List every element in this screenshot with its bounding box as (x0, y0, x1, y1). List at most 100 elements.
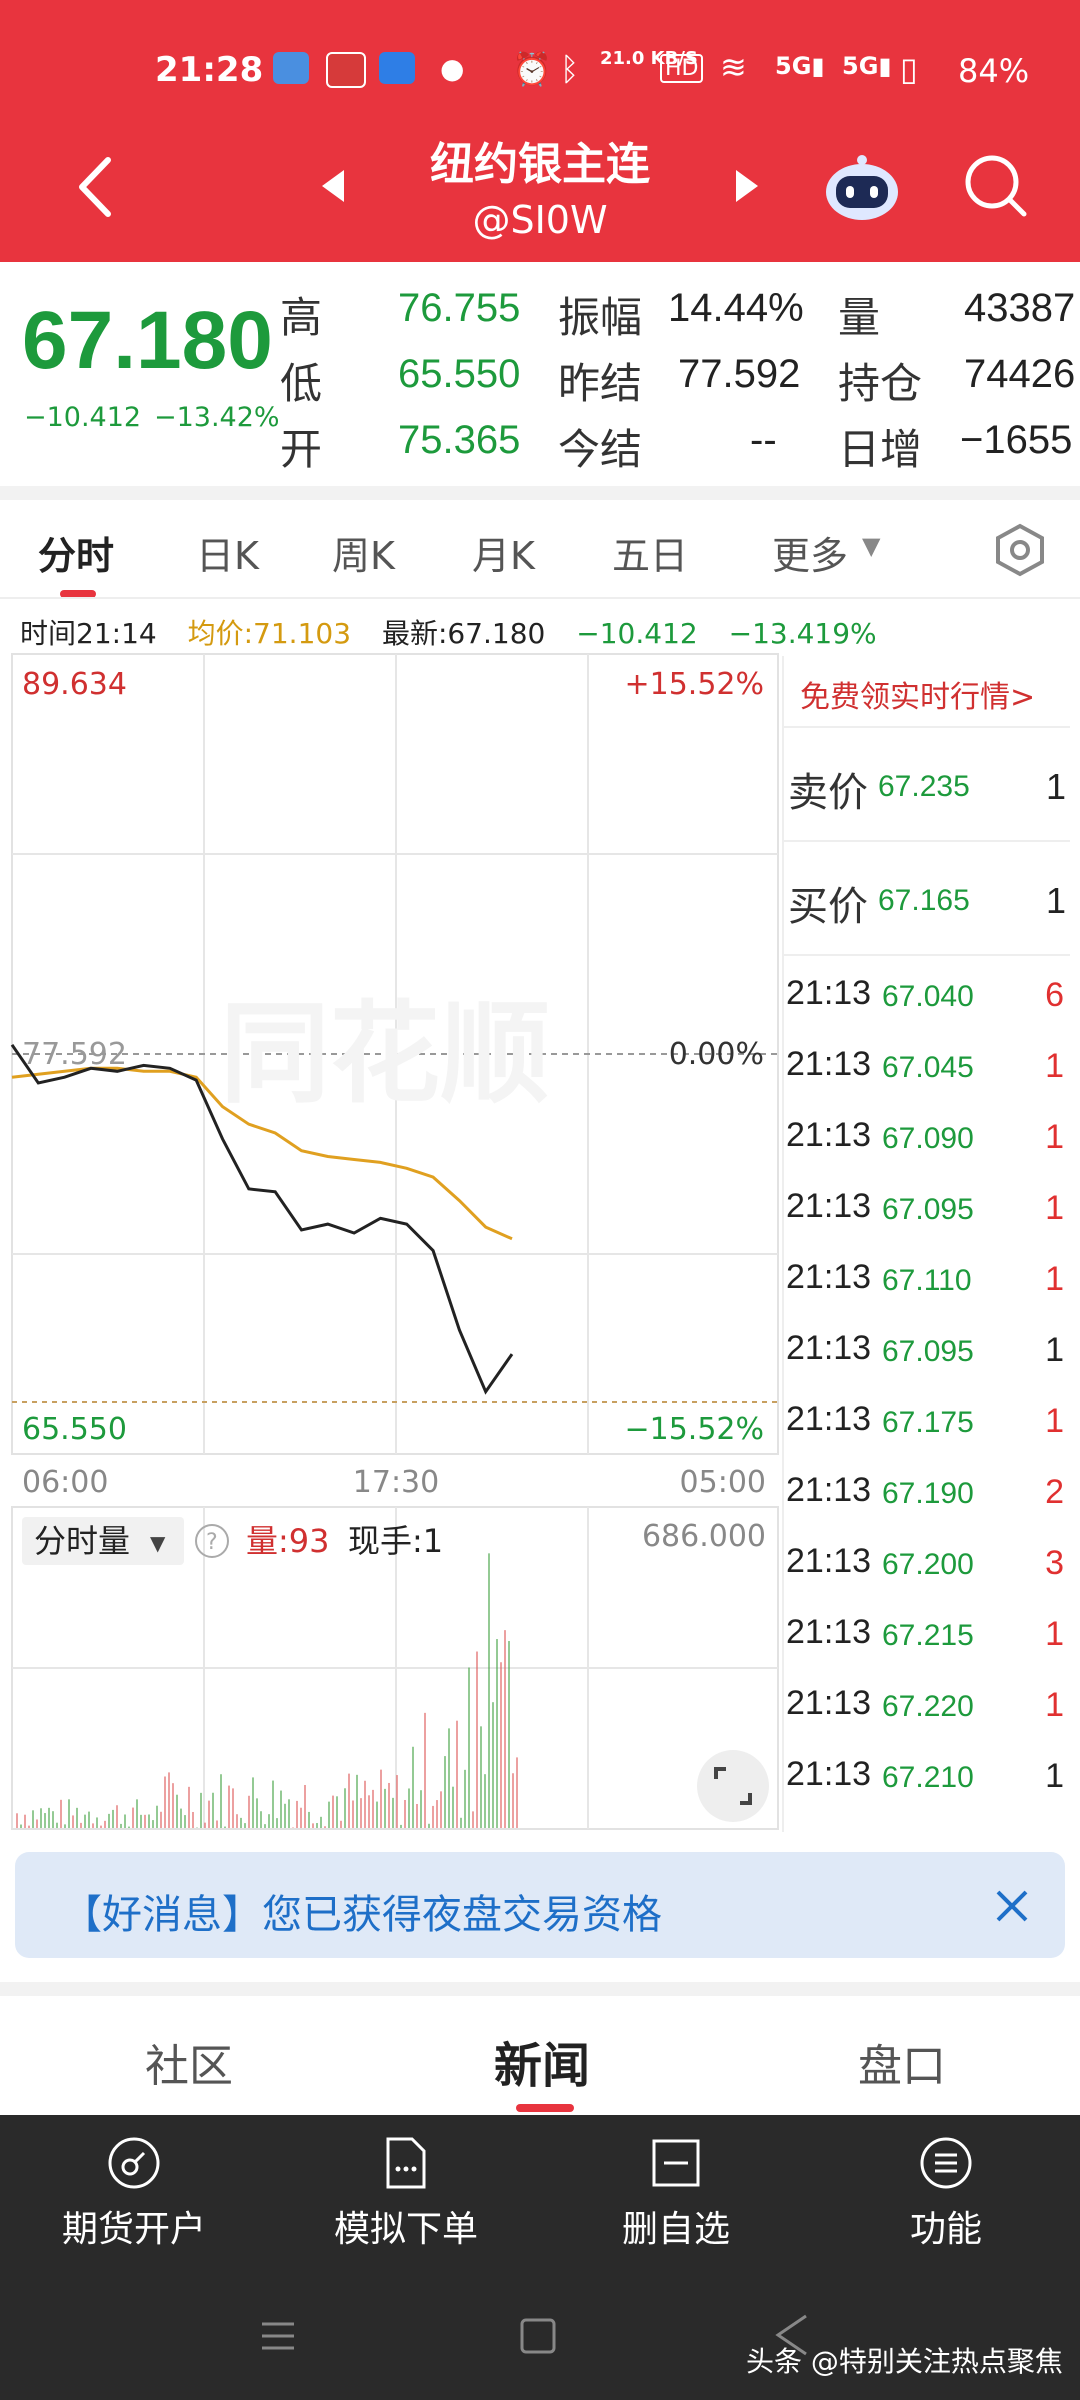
y-min-pct: −15.52% (624, 1412, 764, 1447)
volume-bar (36, 1819, 38, 1828)
volume-bar (88, 1811, 90, 1828)
volume-bar (48, 1807, 50, 1828)
open-account-button[interactable]: 期货开户 (34, 2200, 234, 2252)
x-tick-end: 05:00 (680, 1465, 766, 1500)
realtime-promo-link[interactable]: 免费领实时行情> (800, 672, 1035, 716)
trade-row: 21:13 67.095 1 (784, 1323, 1070, 1383)
trade-time: 21:13 (786, 1542, 872, 1580)
volume-bar (324, 1826, 326, 1828)
volume-bar (212, 1792, 214, 1828)
volume-bar (256, 1798, 258, 1828)
volume-bar (68, 1799, 70, 1828)
volume-bar (164, 1776, 166, 1828)
buy-label: 买价 (788, 884, 868, 930)
volume-bar (336, 1796, 338, 1828)
sell-price: 67.235 (878, 770, 970, 803)
volume-bar (356, 1774, 358, 1828)
price-change: −10.412 (24, 402, 142, 433)
volume-bar (148, 1814, 150, 1828)
volume-bar (156, 1805, 158, 1828)
volume-bar (344, 1788, 346, 1828)
tab-community[interactable]: 社区 (145, 2030, 233, 2094)
volume-bar (232, 1788, 234, 1828)
trade-price: 67.215 (882, 1619, 974, 1652)
settings-hexagon-icon[interactable] (992, 522, 1048, 578)
menu-icon (920, 2137, 972, 2189)
volume-bar (292, 1827, 294, 1828)
volume-bar (468, 1667, 470, 1828)
y-max-label: 89.634 (22, 667, 127, 702)
nav-home-icon[interactable] (516, 2314, 560, 2358)
volume-bar (160, 1811, 162, 1828)
tab-intraday[interactable]: 分时 (38, 525, 114, 580)
robot-assistant-icon[interactable] (822, 150, 902, 225)
low-label: 低 (280, 359, 323, 408)
volume-bar (60, 1799, 62, 1828)
source-watermark: 头条 @特别关注热点聚焦 (746, 2345, 1063, 2378)
bluetooth-icon: ᛒ (560, 50, 580, 88)
volume-bar (260, 1811, 262, 1828)
volume-bar (132, 1807, 134, 1828)
trade-qty: 2 (1045, 1473, 1064, 1511)
volume-bar (364, 1780, 366, 1828)
document-icon (386, 2137, 426, 2189)
tab-orderbook[interactable]: 盘口 (858, 2030, 946, 2094)
volume-bar (216, 1820, 218, 1828)
search-icon[interactable] (962, 152, 1032, 222)
trade-qty: 1 (1045, 1047, 1064, 1085)
chart-watermark: 同花顺 (220, 990, 550, 1118)
dot-icon: ● (440, 52, 465, 85)
nav-menu-icon[interactable] (256, 2314, 300, 2358)
trade-time: 21:13 (786, 1400, 872, 1438)
tab-more[interactable]: 更多 (772, 525, 848, 580)
volume-bar (400, 1824, 402, 1828)
tab-news[interactable]: 新闻 (494, 2026, 590, 2096)
volume-bar (428, 1823, 430, 1828)
volume-bar (20, 1824, 22, 1828)
trade-time: 21:13 (786, 974, 872, 1012)
functions-button[interactable]: 功能 (846, 2200, 1046, 2252)
next-contract-icon[interactable] (732, 166, 762, 206)
simulated-order-button[interactable]: 模拟下单 (306, 2200, 506, 2252)
trade-time: 21:13 (786, 1187, 872, 1225)
volume-bar (352, 1800, 354, 1828)
volume-bar (52, 1811, 54, 1828)
volume-bar (300, 1807, 302, 1828)
volume-bar (516, 1757, 518, 1828)
volume-bar (372, 1789, 374, 1828)
trade-price: 67.045 (882, 1051, 974, 1084)
volume-bar (412, 1746, 414, 1828)
tab-five-day[interactable]: 五日 (612, 525, 688, 580)
trade-time: 21:13 (786, 1755, 872, 1793)
help-question-mark: ? (206, 1530, 218, 1555)
tab-monthly-k[interactable]: 月K (472, 525, 535, 580)
last-price: 67.180 (22, 295, 273, 386)
trade-qty: 1 (1045, 1615, 1064, 1653)
x-tick-mid: 17:30 (353, 1465, 439, 1500)
tab-daily-k[interactable]: 日K (196, 525, 259, 580)
volume-bar (476, 1651, 478, 1828)
volume-bar (500, 1662, 502, 1828)
volume-bar (304, 1784, 306, 1828)
trade-qty: 1 (1045, 1118, 1064, 1156)
section-divider (0, 486, 1080, 500)
volume-bar (208, 1800, 210, 1828)
trade-time: 21:13 (786, 1116, 872, 1154)
intraday-chart[interactable]: 同花顺 89.634 +15.52% 77.592 0.00% 65.550 −… (10, 652, 780, 1832)
volume-bar (508, 1641, 510, 1828)
volume-bar (380, 1769, 382, 1828)
trade-row: 21:13 67.175 1 (784, 1394, 1070, 1454)
trade-time: 21:13 (786, 1613, 872, 1651)
volume-bar (100, 1825, 102, 1828)
remove-watchlist-button[interactable]: 删自选 (576, 2200, 776, 2252)
volume-bar (340, 1820, 342, 1828)
trade-row: 21:13 67.090 1 (784, 1110, 1070, 1170)
info-latest: 最新:67.180 (381, 617, 546, 650)
tab-weekly-k[interactable]: 周K (332, 525, 395, 580)
volume-bar (296, 1800, 298, 1828)
trade-price: 67.040 (882, 980, 974, 1013)
volume-bar (84, 1814, 86, 1828)
fullscreen-button[interactable] (697, 1750, 769, 1822)
volume-label: 量 (838, 293, 881, 342)
close-icon[interactable] (994, 1888, 1030, 1924)
